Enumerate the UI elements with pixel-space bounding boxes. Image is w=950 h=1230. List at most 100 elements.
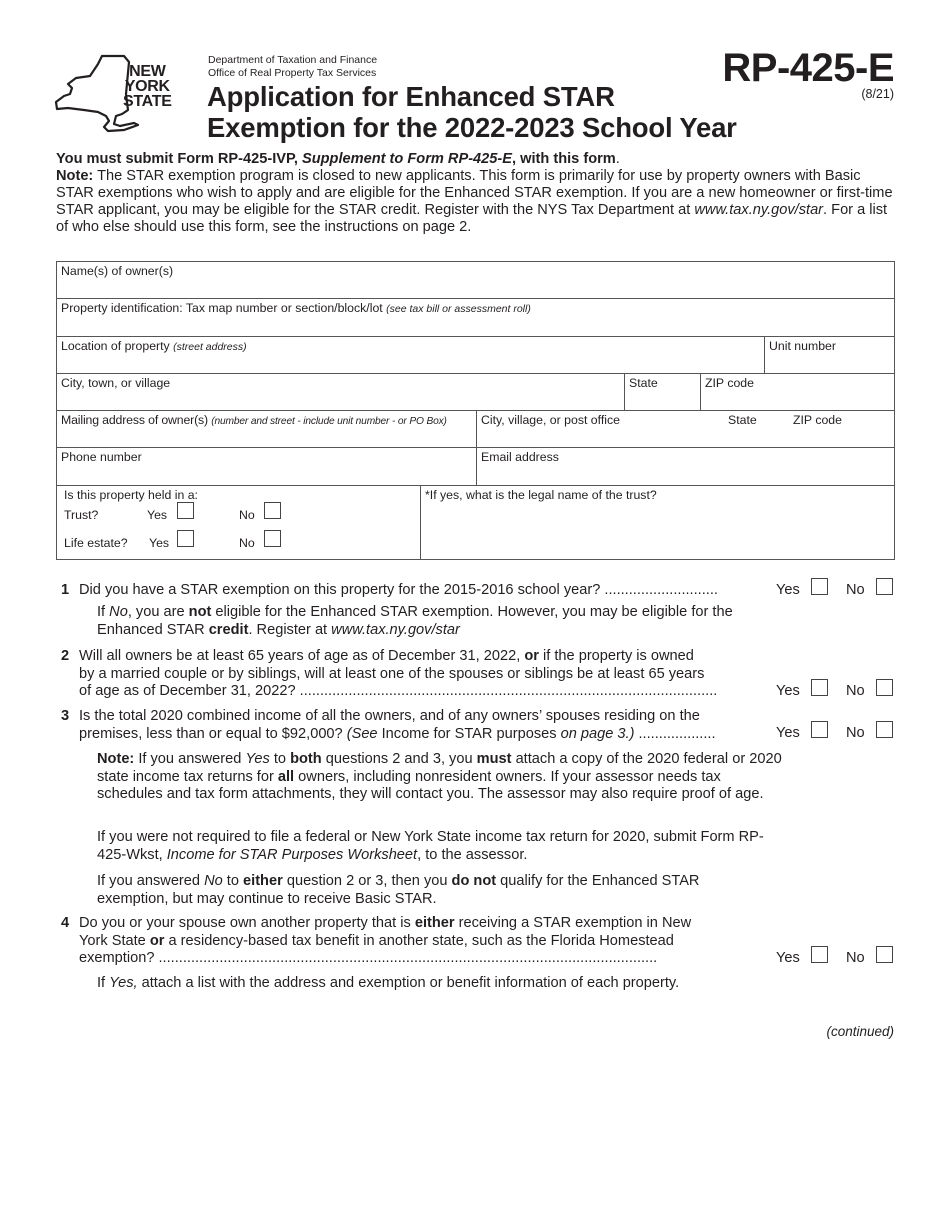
- question-line: York State or a residency-based tax bene…: [79, 933, 779, 951]
- owner-names-row: Name(s) of owner(s): [57, 262, 894, 300]
- question-number: 3: [61, 708, 70, 724]
- question-4-note: If Yes, attach a list with the address a…: [97, 975, 797, 993]
- question-text-part: premises, less than or equal to $92,000?: [79, 725, 347, 742]
- agency-line-2: Office of Real Property Tax Services: [208, 66, 377, 79]
- mailing-state-label: State: [728, 413, 757, 428]
- mailing-address-field[interactable]: Mailing address of owner(s) (number and …: [57, 411, 476, 447]
- question-2-no-checkbox[interactable]: [876, 679, 893, 696]
- question-number: 1: [61, 582, 70, 598]
- question-line: Is the total 2020 combined income of all…: [79, 708, 700, 724]
- trust-yes-label: Yes: [147, 507, 168, 522]
- note-text: If you answered: [97, 873, 205, 889]
- yes-label: Yes: [776, 950, 800, 966]
- question-text-part: a residency-based tax benefit in another…: [164, 932, 674, 949]
- question-2-yes-checkbox[interactable]: [811, 679, 828, 696]
- question-line: by a married couple or by siblings, will…: [79, 665, 705, 682]
- form-number: RP-425-E: [722, 46, 894, 90]
- note-text: If you answered: [134, 751, 246, 767]
- mailing-row: Mailing address of owner(s) (number and …: [57, 411, 894, 449]
- trust-name-label: *If yes, what is the legal name of the t…: [425, 487, 657, 502]
- question-text: Is the total 2020 combined income of all…: [79, 708, 779, 743]
- question-3-no-checkbox[interactable]: [876, 721, 893, 738]
- question-line: exemption? .............................…: [79, 950, 658, 966]
- owner-names-label: Name(s) of owner(s): [61, 264, 174, 278]
- question-4-yes-checkbox[interactable]: [811, 946, 828, 963]
- location-field[interactable]: Location of property (street address): [57, 337, 764, 373]
- submit-period: .: [615, 151, 620, 167]
- question-line: Will all owners be at least 65 years of …: [79, 648, 779, 666]
- form-revision-date: (8/21): [861, 87, 894, 101]
- question-line: Do you or your spouse own another proper…: [79, 915, 779, 933]
- note-emphasis: must: [476, 751, 512, 767]
- mailing-zip-label: ZIP code: [793, 413, 842, 428]
- yes-label: Yes: [776, 683, 800, 699]
- note-emphasis: do not: [451, 873, 497, 889]
- owner-information-table: Name(s) of owner(s) Property identificat…: [56, 261, 895, 560]
- submit-suffix: , with this form: [512, 151, 616, 167]
- note-emphasis: not: [188, 604, 212, 620]
- property-id-hint: (see tax bill or assessment roll): [386, 303, 531, 316]
- question-text-part: York State: [79, 932, 150, 949]
- trust-name-field[interactable]: *If yes, what is the legal name of the t…: [420, 485, 894, 559]
- form-header: NEW YORK STATE Department of Taxation an…: [0, 0, 950, 150]
- question-text: Will all owners be at least 65 years of …: [79, 648, 779, 701]
- supplement-title: Supplement to Form RP-425-E: [301, 151, 512, 167]
- held-in-label: Is this property held in a:: [64, 487, 198, 502]
- star-website-link[interactable]: www.tax.ny.gov/star: [694, 202, 823, 218]
- note-label: Note:: [56, 168, 94, 184]
- page-title: Application for Enhanced STAR Exemption …: [207, 81, 737, 143]
- zip-field[interactable]: ZIP code: [700, 373, 894, 411]
- question-4-no-checkbox[interactable]: [876, 946, 893, 963]
- location-label: Location of property: [61, 338, 174, 353]
- note-emphasis: either: [243, 873, 283, 889]
- unit-number-field[interactable]: Unit number: [764, 336, 894, 373]
- owner-names-field[interactable]: Name(s) of owner(s): [57, 262, 894, 298]
- star-website-link[interactable]: www.tax.ny.gov/star: [331, 622, 460, 638]
- ownership-type-row: Is this property held in a: Trust? Yes N…: [57, 485, 894, 559]
- either-question-note: If you answered No to either question 2 …: [97, 873, 767, 908]
- new-york-state-logo-text: NEW YORK STATE: [123, 64, 172, 110]
- submit-requirement: You must submit Form RP-425-IVP, Supplem…: [56, 151, 901, 168]
- income-worksheet-note: If you were not required to file a feder…: [97, 829, 767, 864]
- no-label: No: [846, 950, 865, 966]
- question-1-no-checkbox[interactable]: [876, 578, 893, 595]
- agency-line-1: Department of Taxation and Finance: [208, 54, 378, 66]
- email-field[interactable]: Email address: [476, 448, 894, 485]
- note-emphasis: all: [277, 768, 295, 785]
- phone-label: Phone number: [61, 450, 142, 465]
- phone-field[interactable]: Phone number: [57, 448, 476, 484]
- note-text: question 2 or 3, then you: [282, 873, 452, 889]
- question-emphasis: or: [149, 932, 165, 949]
- question-text-part: Income for STAR purposes: [377, 725, 561, 742]
- property-id-label: Property identification: Tax map number …: [61, 301, 387, 316]
- state-label: State: [629, 375, 658, 390]
- question-emphasis: on page 3.): [560, 725, 635, 742]
- note-text: attach a list with the address and exemp…: [137, 975, 680, 991]
- mailing-city-field[interactable]: City, village, or post office State ZIP …: [476, 411, 894, 448]
- question-3-yes-checkbox[interactable]: [811, 721, 828, 738]
- mailing-city-label: City, village, or post office: [481, 413, 620, 428]
- city-field[interactable]: City, town, or village: [57, 374, 624, 410]
- mailing-address-label: Mailing address of owner(s): [61, 413, 212, 428]
- no-label: No: [846, 683, 865, 699]
- note-text: to: [222, 873, 244, 889]
- life-estate-no-checkbox[interactable]: [264, 529, 281, 547]
- question-text-part: if the property is owned: [538, 648, 694, 664]
- trust-no-checkbox[interactable]: [264, 501, 281, 519]
- state-field[interactable]: State: [624, 373, 700, 411]
- note-label: Note:: [97, 751, 135, 767]
- question-emphasis: either: [414, 915, 455, 931]
- property-id-field[interactable]: Property identification: Tax map number …: [57, 299, 894, 335]
- life-estate-yes-checkbox[interactable]: [177, 529, 194, 547]
- note-text: . Register at: [248, 621, 332, 638]
- question-text-part: receiving a STAR exemption in New: [454, 915, 692, 931]
- question-1-yes-checkbox[interactable]: [811, 578, 828, 595]
- trust-yes-checkbox[interactable]: [177, 501, 194, 519]
- note-text: , you are: [127, 604, 189, 620]
- life-estate-label: Life estate?: [64, 535, 128, 550]
- property-id-row: Property identification: Tax map number …: [57, 299, 894, 337]
- zip-label: ZIP code: [705, 375, 754, 390]
- mailing-address-hint: (number and street - include unit number…: [211, 416, 447, 428]
- question-text: Did you have a STAR exemption on this pr…: [79, 582, 718, 598]
- question-text: Do you or your spouse own another proper…: [79, 915, 779, 968]
